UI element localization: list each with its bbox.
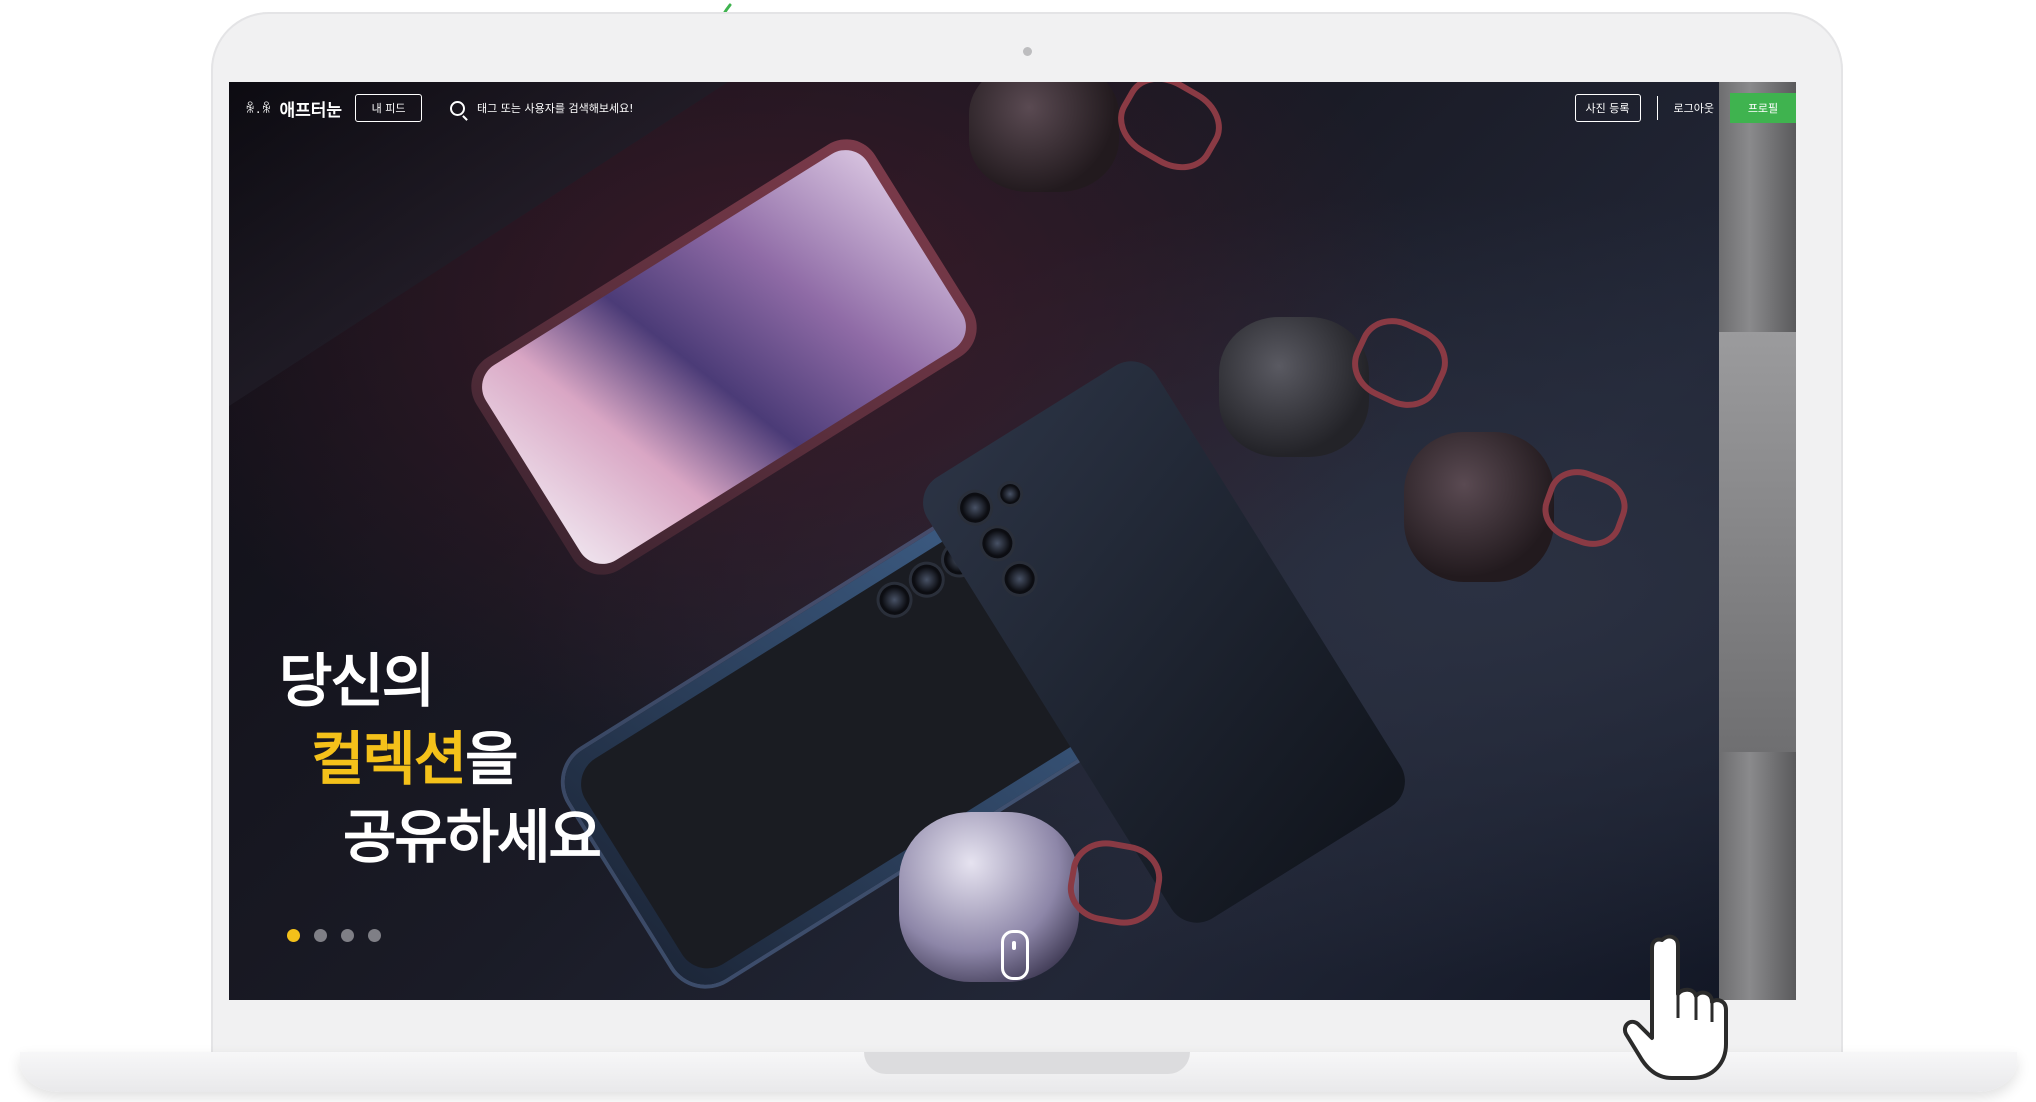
hero-banner: ꆜ.ꆜ 애프터눈 내 피드 사진 등록 로그아웃 프로필 당신의 컬렉션을 공유… xyxy=(229,82,1796,1000)
search-icon[interactable] xyxy=(450,100,466,116)
laptop-notch xyxy=(864,1052,1190,1074)
earbuds-case-right xyxy=(1404,432,1554,582)
slider-dot-4[interactable] xyxy=(368,929,381,942)
earbuds-case-middle xyxy=(1219,317,1369,457)
hero-line-1: 당신의 xyxy=(279,647,435,715)
hero-line-2-rest: 을 xyxy=(465,725,518,793)
search-bar xyxy=(450,100,700,116)
my-feed-button[interactable]: 내 피드 xyxy=(355,94,423,122)
hero-accent-word: 컬렉션 xyxy=(311,725,467,793)
logo-text: 애프터눈 xyxy=(279,100,343,121)
slider-dot-3[interactable] xyxy=(341,929,354,942)
earbuds-case-silver xyxy=(899,812,1079,982)
logo[interactable]: ꆜ.ꆜ 애프터눈 xyxy=(245,96,342,121)
hero-line-3: 공유하세요 xyxy=(343,803,602,871)
logo-mark: ꆜ.ꆜ xyxy=(245,101,273,117)
nav-divider xyxy=(1656,96,1658,120)
profile-button[interactable]: 프로필 xyxy=(1730,93,1796,123)
search-input[interactable] xyxy=(475,100,700,116)
hand-pointer-icon xyxy=(1623,934,1728,1080)
logout-link[interactable]: 로그아웃 xyxy=(1674,100,1714,116)
hero-line-2: 컬렉션을 xyxy=(279,720,600,798)
laptop-camera xyxy=(1023,47,1032,56)
slider-dot-2[interactable] xyxy=(314,929,327,942)
top-navigation: ꆜ.ꆜ 애프터눈 내 피드 사진 등록 로그아웃 프로필 xyxy=(229,82,1796,134)
slider-pagination xyxy=(287,929,381,942)
hero-headline: 당신의 컬렉션을 공유하세요 xyxy=(279,642,602,876)
next-slide-peek xyxy=(1719,82,1796,1000)
scroll-mouse-icon[interactable] xyxy=(1001,930,1029,980)
upload-photo-button[interactable]: 사진 등록 xyxy=(1574,94,1641,122)
slider-dot-1[interactable] xyxy=(287,929,300,942)
nav-actions: 사진 등록 로그아웃 프로필 xyxy=(1574,82,1796,134)
